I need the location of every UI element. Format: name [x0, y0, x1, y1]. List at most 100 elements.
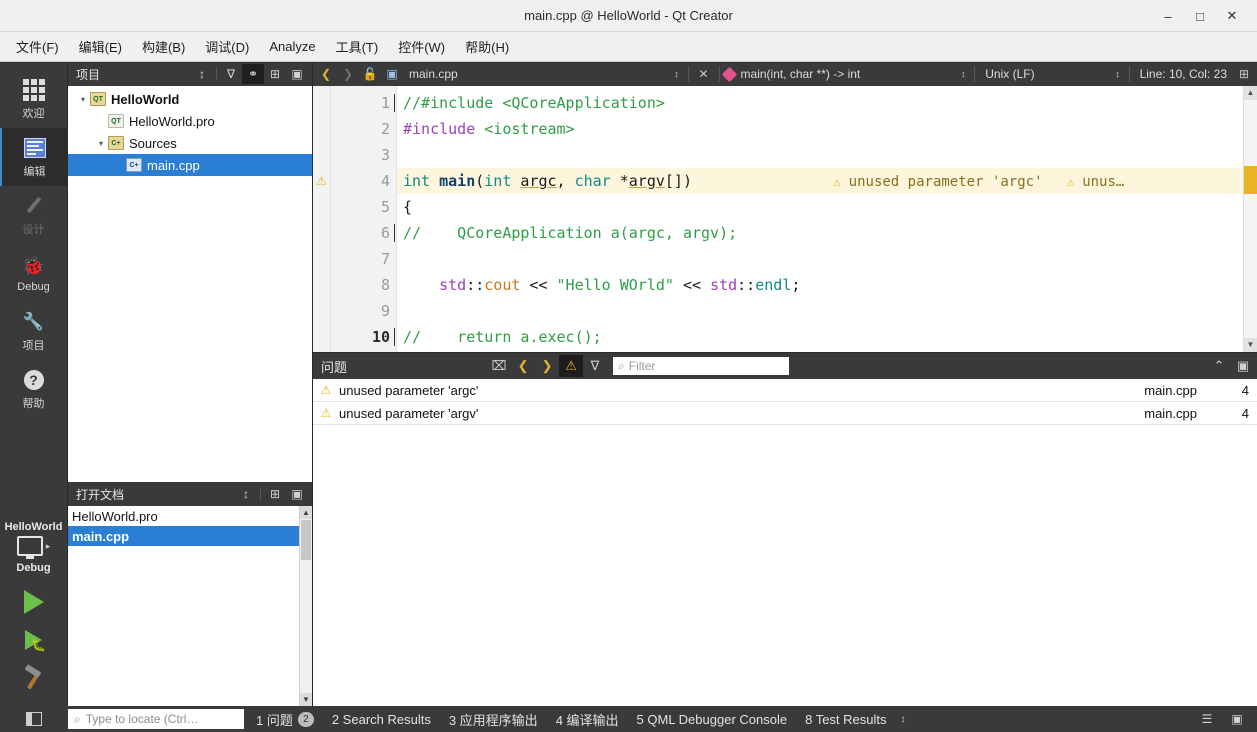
tree-item-HelloWorld[interactable]: ▾ QT HelloWorld: [68, 88, 312, 110]
close-dock-icon[interactable]: ▣: [286, 484, 308, 504]
output-button-3[interactable]: 4 编译输出: [556, 710, 619, 729]
menu-item-3[interactable]: 调试(D): [195, 33, 259, 60]
issue-row[interactable]: ⚠ unused parameter 'argc' main.cpp 4: [313, 379, 1257, 402]
mode-帮助[interactable]: ? 帮助: [0, 360, 67, 418]
unlocked-padlock-icon[interactable]: 🔓: [359, 63, 381, 85]
mode-设计[interactable]: 设计: [0, 186, 67, 244]
scroll-down-icon[interactable]: ▼: [300, 693, 312, 706]
filter-icon[interactable]: ∇: [583, 355, 607, 377]
navigate-back-icon[interactable]: ❮: [315, 63, 337, 85]
right-sidebar-icon[interactable]: ▣: [1227, 710, 1247, 728]
prev-issue-icon[interactable]: ❮: [511, 355, 535, 377]
symbol-dropdown-icon[interactable]: ↕: [956, 69, 970, 79]
code-line[interactable]: [397, 246, 1243, 272]
split-icon[interactable]: ⊞: [264, 484, 286, 504]
margin-slot: [313, 142, 330, 168]
next-issue-icon[interactable]: ❯: [535, 355, 559, 377]
build-button[interactable]: [21, 664, 47, 690]
split-editor-icon[interactable]: ⊞: [1233, 63, 1255, 85]
code-line[interactable]: [397, 142, 1243, 168]
expand-arrow-icon[interactable]: ▾: [94, 139, 108, 148]
output-selector-icon[interactable]: ↕: [901, 714, 906, 725]
clear-icon[interactable]: ⌧: [487, 355, 511, 377]
open-document-HelloWorld.pro[interactable]: HelloWorld.pro: [68, 506, 312, 526]
expand-arrow-icon[interactable]: ▾: [76, 95, 90, 104]
scrollbar-thumb[interactable]: [301, 520, 311, 560]
project-tree[interactable]: ▾ QT HelloWorld QT HelloWorld.pro ▾ C+ Sources C…: [68, 86, 312, 482]
menu-item-1[interactable]: 编辑(E): [69, 33, 132, 60]
inline-annotation-0[interactable]: ⚠ unused parameter 'argc': [833, 174, 1043, 190]
issues-panel: 问题 ⌧ ❮ ❯ ⚠ ∇ ⌕ Filter ⌃ ▣ ⚠ unused parame…: [313, 352, 1257, 440]
output-button-1[interactable]: 2 Search Results: [332, 712, 431, 727]
mode-label: Debug: [17, 280, 50, 293]
code-line[interactable]: [397, 298, 1243, 324]
link-icon[interactable]: ⚭: [242, 64, 264, 84]
scroll-up-icon[interactable]: ▲: [300, 506, 312, 519]
debug-button[interactable]: 🐛: [25, 630, 46, 652]
line-ending-dropdown-icon[interactable]: ↕: [1111, 69, 1125, 79]
code-editor[interactable]: ⚠ 123456789101112 //#include <QCoreAppli…: [313, 86, 1257, 352]
file-dropdown-icon[interactable]: ↕: [670, 69, 684, 79]
documents-selector-icon[interactable]: ↕: [235, 484, 257, 504]
line-ending-selector[interactable]: Unix (LF): [979, 67, 1040, 81]
menu-item-2[interactable]: 构建(B): [132, 33, 195, 60]
code-line[interactable]: #include <iostream>: [397, 116, 1243, 142]
symbol-selector[interactable]: main(int, char **) -> int: [735, 67, 867, 81]
issues-list[interactable]: ⚠ unused parameter 'argc' main.cpp 4 ⚠ unused…: [313, 379, 1257, 440]
output-pane-icon[interactable]: ☰: [1197, 710, 1217, 728]
menu-item-0[interactable]: 文件(F): [6, 33, 69, 60]
mode-项目[interactable]: 🔧 项目: [0, 302, 67, 360]
collapse-panel-icon[interactable]: ⌃: [1207, 355, 1231, 377]
code-line[interactable]: }: [397, 350, 1243, 352]
issue-row[interactable]: ⚠ unused parameter 'argv' main.cpp 4: [313, 402, 1257, 425]
minimize-button[interactable]: –: [1159, 7, 1177, 25]
tree-item-main.cpp[interactable]: C+ main.cpp: [68, 154, 312, 176]
close-editor-icon[interactable]: ✕: [693, 63, 715, 85]
close-dock-icon[interactable]: ▣: [286, 64, 308, 84]
code-line[interactable]: {: [397, 194, 1243, 220]
code-line[interactable]: std::cout << "Hello WOrld" << std::endl;: [397, 272, 1243, 298]
kit-selector[interactable]: HelloWorld ▸ Debug 🐛: [0, 519, 67, 706]
output-button-0[interactable]: 1 问题 2: [256, 710, 314, 729]
warning-scroll-marker[interactable]: [1244, 166, 1257, 194]
code-line[interactable]: // return a.exec();: [397, 324, 1243, 350]
warning-triangle-icon[interactable]: ⚠: [313, 168, 330, 194]
project-selector-icon[interactable]: ↕: [191, 64, 213, 84]
sidebar-toggle-icon[interactable]: [26, 712, 42, 726]
output-button-2[interactable]: 3 应用程序输出: [449, 710, 538, 729]
filter-icon[interactable]: ∇: [220, 64, 242, 84]
tree-item-Sources[interactable]: ▾ C+ Sources: [68, 132, 312, 154]
issues-filter-input[interactable]: ⌕ Filter: [613, 357, 790, 375]
menu-item-7[interactable]: 帮助(H): [455, 33, 519, 60]
run-button[interactable]: [23, 590, 44, 614]
scroll-up-icon[interactable]: ▲: [1244, 86, 1257, 100]
mode-编辑[interactable]: 编辑: [0, 128, 67, 186]
split-icon[interactable]: ⊞: [264, 64, 286, 84]
open-document-main.cpp[interactable]: main.cpp: [68, 526, 312, 546]
locator-input[interactable]: ⌕ Type to locate (Ctrl…: [68, 709, 244, 729]
mode-欢迎[interactable]: 欢迎: [0, 70, 67, 128]
menu-item-4[interactable]: Analyze: [259, 35, 325, 58]
menu-item-6[interactable]: 控件(W): [388, 33, 455, 60]
menu-item-5[interactable]: 工具(T): [326, 33, 389, 60]
output-button-5[interactable]: 8 Test Results: [805, 712, 886, 727]
inline-annotation-1[interactable]: ⚠ unus…: [1067, 174, 1125, 190]
scroll-down-icon[interactable]: ▼: [1244, 338, 1257, 352]
code-line[interactable]: ▾int main(int argc, char *argv[])⚠ unuse…: [397, 168, 1243, 194]
code-area[interactable]: //#include <QCoreApplication> #include <i…: [397, 86, 1243, 352]
editor-marker-margin[interactable]: ⚠: [313, 86, 331, 352]
tree-item-HelloWorld.pro[interactable]: QT HelloWorld.pro: [68, 110, 312, 132]
editor-column: ❮ ❯ 🔓 ▣ main.cpp ↕ ✕ main(int, char **) …: [313, 62, 1257, 706]
warning-filter-icon[interactable]: ⚠: [559, 355, 584, 377]
close-panel-icon[interactable]: ▣: [1231, 355, 1255, 377]
maximize-button[interactable]: □: [1191, 7, 1209, 25]
close-button[interactable]: ✕: [1223, 7, 1241, 25]
code-line[interactable]: //#include <QCoreApplication>: [397, 90, 1243, 116]
open-documents-scrollbar[interactable]: ▲ ▼: [299, 506, 312, 706]
mode-Debug[interactable]: 🐞 Debug: [0, 244, 67, 302]
code-line[interactable]: // QCoreApplication a(argc, argv);: [397, 220, 1243, 246]
navigate-forward-icon[interactable]: ❯: [337, 63, 359, 85]
output-button-4[interactable]: 5 QML Debugger Console: [637, 712, 788, 727]
editor-scrollbar[interactable]: ▲ ▼: [1243, 86, 1257, 352]
open-documents-list[interactable]: HelloWorld.pro main.cpp ▲ ▼: [68, 506, 312, 706]
